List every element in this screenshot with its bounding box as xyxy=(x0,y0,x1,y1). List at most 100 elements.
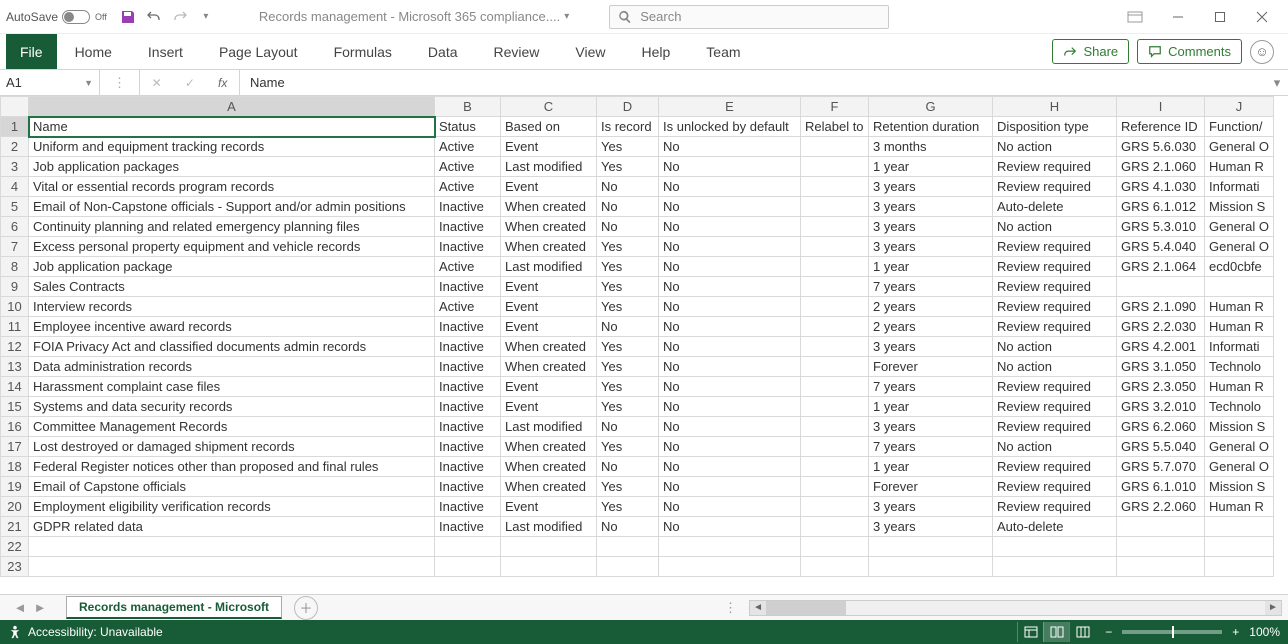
cell[interactable]: 3 years xyxy=(869,497,993,517)
insert-function-button[interactable]: fx xyxy=(218,76,227,90)
cell[interactable]: 1 year xyxy=(869,157,993,177)
row-header-19[interactable]: 19 xyxy=(1,477,29,497)
row-header-2[interactable]: 2 xyxy=(1,137,29,157)
cell[interactable]: No xyxy=(659,497,801,517)
cell[interactable]: Last modified xyxy=(501,157,597,177)
cell[interactable]: No xyxy=(597,457,659,477)
cell[interactable]: Job application package xyxy=(29,257,435,277)
cell[interactable]: Inactive xyxy=(435,357,501,377)
row-header-6[interactable]: 6 xyxy=(1,217,29,237)
cell[interactable]: GRS 5.5.040 xyxy=(1117,437,1205,457)
sheet-nav-next[interactable]: ► xyxy=(30,600,50,615)
cell[interactable]: When created xyxy=(501,477,597,497)
cell[interactable] xyxy=(801,497,869,517)
cell[interactable]: Review required xyxy=(993,317,1117,337)
cell[interactable] xyxy=(801,157,869,177)
cell[interactable]: No action xyxy=(993,357,1117,377)
cell[interactable]: Interview records xyxy=(29,297,435,317)
row-header-5[interactable]: 5 xyxy=(1,197,29,217)
cell[interactable]: No action xyxy=(993,337,1117,357)
row-header-1[interactable]: 1 xyxy=(1,117,29,137)
cell[interactable]: GRS 4.1.030 xyxy=(1117,177,1205,197)
cell[interactable]: No xyxy=(659,157,801,177)
cell[interactable]: Yes xyxy=(597,237,659,257)
cell[interactable]: Relabel to xyxy=(801,117,869,137)
cell[interactable]: Review required xyxy=(993,177,1117,197)
cell[interactable] xyxy=(801,477,869,497)
cell[interactable] xyxy=(993,557,1117,577)
cell[interactable] xyxy=(801,317,869,337)
cell[interactable]: When created xyxy=(501,457,597,477)
cell[interactable]: No xyxy=(659,517,801,537)
cell[interactable]: Event xyxy=(501,377,597,397)
enter-formula-button[interactable]: ✓ xyxy=(185,76,195,90)
cell[interactable]: Email of Capstone officials xyxy=(29,477,435,497)
cell[interactable] xyxy=(801,277,869,297)
cell[interactable]: Event xyxy=(501,317,597,337)
cell[interactable]: Inactive xyxy=(435,217,501,237)
view-normal-button[interactable] xyxy=(1017,622,1043,642)
column-header-D[interactable]: D xyxy=(597,97,659,117)
cell[interactable]: Yes xyxy=(597,497,659,517)
ribbon-tab-data[interactable]: Data xyxy=(410,34,476,69)
hscroll-splitter[interactable]: ⋮ xyxy=(718,600,745,616)
cell[interactable] xyxy=(659,537,801,557)
cell[interactable]: Uniform and equipment tracking records xyxy=(29,137,435,157)
row-header-12[interactable]: 12 xyxy=(1,337,29,357)
cell[interactable]: Employment eligibility verification reco… xyxy=(29,497,435,517)
cell[interactable]: 1 year xyxy=(869,457,993,477)
row-header-4[interactable]: 4 xyxy=(1,177,29,197)
cell[interactable] xyxy=(869,537,993,557)
row-header-20[interactable]: 20 xyxy=(1,497,29,517)
cell[interactable]: No xyxy=(597,217,659,237)
cell[interactable]: No xyxy=(659,397,801,417)
cell[interactable]: No action xyxy=(993,437,1117,457)
cell[interactable]: Mission S xyxy=(1205,477,1274,497)
row-header-10[interactable]: 10 xyxy=(1,297,29,317)
cell[interactable]: Review required xyxy=(993,277,1117,297)
cell[interactable]: Review required xyxy=(993,257,1117,277)
cell[interactable] xyxy=(801,557,869,577)
cell[interactable]: Technolo xyxy=(1205,357,1274,377)
cell[interactable]: Federal Register notices other than prop… xyxy=(29,457,435,477)
cell[interactable]: Function/ xyxy=(1205,117,1274,137)
ribbon-tab-formulas[interactable]: Formulas xyxy=(316,34,410,69)
cell[interactable]: Yes xyxy=(597,397,659,417)
cell[interactable] xyxy=(801,377,869,397)
cell[interactable]: Last modified xyxy=(501,517,597,537)
cell[interactable]: Yes xyxy=(597,337,659,357)
cell[interactable] xyxy=(801,517,869,537)
cell[interactable]: GRS 3.2.010 xyxy=(1117,397,1205,417)
redo-button[interactable] xyxy=(167,4,193,30)
ribbon-tab-page-layout[interactable]: Page Layout xyxy=(201,34,316,69)
qat-customize-dropdown[interactable]: ▾ xyxy=(193,4,219,30)
cell[interactable]: No xyxy=(659,277,801,297)
share-button[interactable]: Share xyxy=(1052,39,1129,64)
cell[interactable]: Name xyxy=(29,117,435,137)
cell[interactable] xyxy=(801,397,869,417)
namebox-splitter[interactable]: ⋮ xyxy=(100,70,140,95)
cell[interactable]: Inactive xyxy=(435,377,501,397)
cell[interactable]: General O xyxy=(1205,237,1274,257)
cell[interactable]: Event xyxy=(501,397,597,417)
row-header-7[interactable]: 7 xyxy=(1,237,29,257)
zoom-slider[interactable] xyxy=(1122,630,1222,634)
ribbon-tab-insert[interactable]: Insert xyxy=(130,34,201,69)
cell[interactable]: GRS 3.1.050 xyxy=(1117,357,1205,377)
row-header-23[interactable]: 23 xyxy=(1,557,29,577)
cell[interactable]: Human R xyxy=(1205,157,1274,177)
cell[interactable] xyxy=(869,557,993,577)
cell[interactable] xyxy=(801,197,869,217)
column-header-J[interactable]: J xyxy=(1205,97,1274,117)
ribbon-options-button[interactable] xyxy=(1120,3,1150,31)
cell[interactable]: When created xyxy=(501,337,597,357)
column-header-H[interactable]: H xyxy=(993,97,1117,117)
name-box[interactable]: A1 ▼ xyxy=(0,70,100,95)
cell[interactable]: Retention duration xyxy=(869,117,993,137)
cell[interactable]: Human R xyxy=(1205,297,1274,317)
cell[interactable]: GRS 2.2.030 xyxy=(1117,317,1205,337)
cell[interactable]: No xyxy=(659,257,801,277)
ribbon-tab-view[interactable]: View xyxy=(557,34,623,69)
cell[interactable]: Inactive xyxy=(435,517,501,537)
cell[interactable]: Continuity planning and related emergenc… xyxy=(29,217,435,237)
